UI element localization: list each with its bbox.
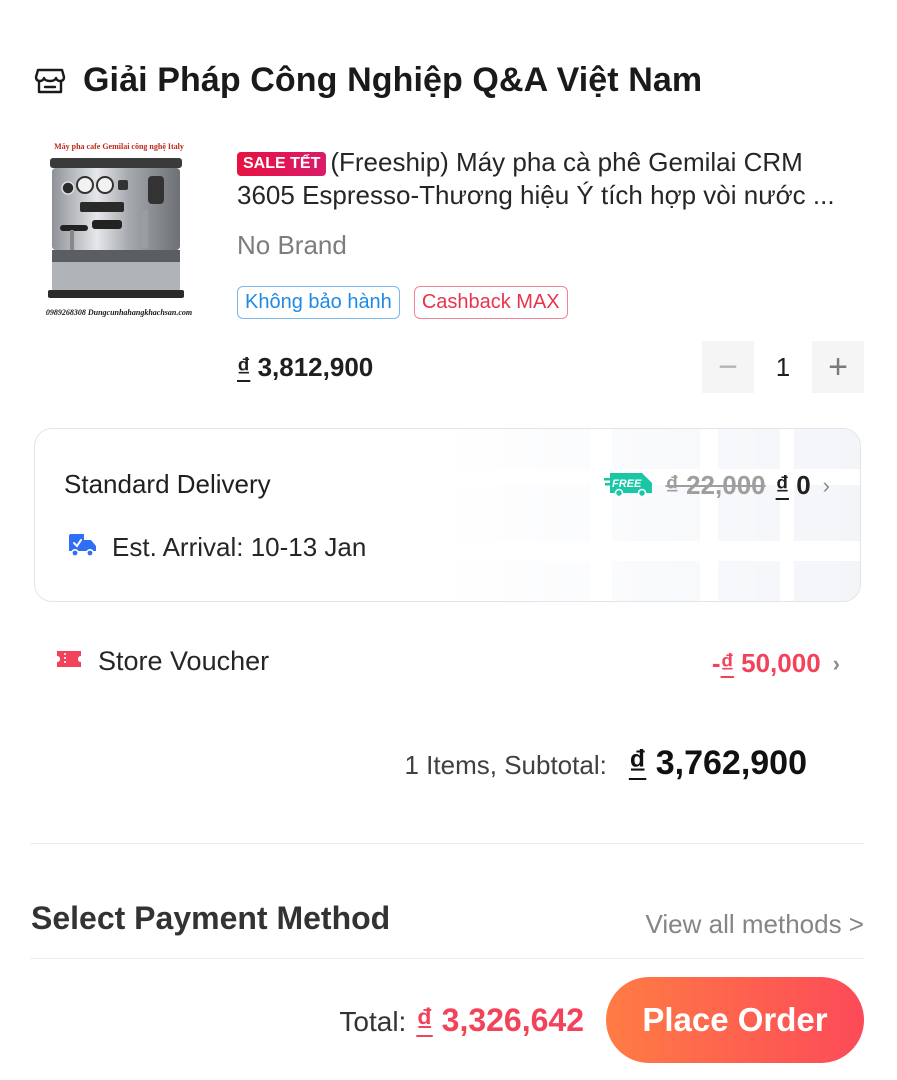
- svg-text:FREE: FREE: [612, 478, 642, 490]
- product-image-caption-bottom: 0989268308 Dungcunhahangkhachsan.com: [45, 308, 193, 317]
- currency-symbol: ₫: [720, 648, 734, 678]
- subtotal-row: 1 Items, Subtotal: ₫ 3,762,900: [405, 744, 808, 783]
- delivery-title: Standard Delivery: [64, 469, 271, 499]
- product-title-text-2: 3605 Espresso-Thương hiệu Ý tích hợp vòi…: [237, 180, 835, 210]
- voucher-prefix: -: [711, 648, 721, 678]
- free-shipping-icon: FREE: [603, 469, 654, 502]
- original-shipping-fee: ₫ 22,000: [665, 470, 766, 500]
- estimated-arrival: Est. Arrival: 10-13 Jan: [66, 531, 366, 564]
- product-image-caption-top: Máy pha cafe Gemilai công nghệ Italy: [54, 142, 184, 151]
- store-name: Giải Pháp Công Nghiệp Q&A Việt Nam: [83, 60, 703, 99]
- espresso-machine-illustration: [48, 158, 184, 298]
- store-icon: [33, 63, 67, 97]
- product-price-value: 3,812,900: [257, 352, 374, 382]
- cashback-tag: Cashback MAX: [413, 286, 568, 319]
- order-total: Total: ₫ 3,326,642: [339, 1002, 584, 1039]
- quantity-stepper: − 1 +: [702, 341, 864, 393]
- view-all-methods-link[interactable]: View all methods >: [646, 909, 864, 940]
- voucher-label: Store Voucher: [98, 646, 270, 676]
- shipping-fee-value: 0: [796, 470, 811, 500]
- product-title-line-1: SALE TẾT (Freeship) Máy pha cà phê Gemila…: [237, 146, 867, 179]
- qty-increase-button[interactable]: +: [812, 341, 864, 393]
- product-title-text-1: (Freeship) Máy pha cà phê Gemilai CRM: [330, 147, 803, 177]
- qty-decrease-button[interactable]: −: [702, 341, 754, 393]
- total-label: Total:: [339, 1006, 407, 1037]
- chevron-right-icon: ›: [832, 650, 840, 676]
- delivery-truck-icon: [66, 531, 98, 564]
- product-title[interactable]: SALE TẾT (Freeship) Máy pha cà phê Gemila…: [237, 146, 867, 212]
- voucher-amount-value: 50,000: [741, 648, 821, 678]
- map-background-decoration: [440, 429, 860, 601]
- product-tags: Không bảo hành Cashback MAX: [237, 286, 568, 319]
- product-brand: No Brand: [237, 230, 347, 260]
- currency-symbol: ₫: [628, 744, 647, 782]
- store-voucher-row[interactable]: Store Voucher: [56, 646, 269, 677]
- subtotal-value: ₫ 3,762,900: [629, 744, 807, 783]
- currency-symbol: ₫: [416, 1002, 433, 1038]
- payment-method-title: Select Payment Method: [31, 900, 391, 936]
- chevron-right-icon: ›: [822, 472, 830, 498]
- qty-value[interactable]: 1: [754, 352, 812, 383]
- warranty-tag: Không bảo hành: [237, 286, 400, 319]
- divider: [30, 843, 864, 844]
- subtotal-amount: 3,762,900: [655, 744, 807, 782]
- currency-symbol: ₫: [237, 352, 251, 382]
- divider: [30, 958, 864, 959]
- voucher-discount[interactable]: - ₫ 50,000 ›: [712, 648, 840, 679]
- voucher-icon: [56, 649, 82, 674]
- arrival-text: Est. Arrival: 10-13 Jan: [112, 532, 367, 562]
- product-image[interactable]: Máy pha cafe Gemilai công nghệ Italy 098…: [30, 140, 208, 320]
- discounted-shipping-fee: ₫ 0: [776, 470, 811, 501]
- delivery-card[interactable]: Standard Delivery FREE ₫ 22,000 ₫ 0 › Es…: [34, 428, 861, 602]
- total-amount: 3,326,642: [441, 1002, 584, 1038]
- shipping-fee: FREE ₫ 22,000 ₫ 0 ›: [603, 469, 830, 502]
- currency-symbol: ₫: [775, 470, 789, 500]
- product-price: ₫ 3,812,900: [237, 352, 373, 383]
- place-order-button[interactable]: Place Order: [606, 977, 864, 1063]
- subtotal-label: 1 Items, Subtotal:: [404, 750, 607, 780]
- store-header[interactable]: Giải Pháp Công Nghiệp Q&A Việt Nam: [33, 58, 702, 102]
- sale-badge: SALE TẾT: [237, 152, 327, 176]
- total-value: ₫ 3,326,642: [416, 1002, 584, 1039]
